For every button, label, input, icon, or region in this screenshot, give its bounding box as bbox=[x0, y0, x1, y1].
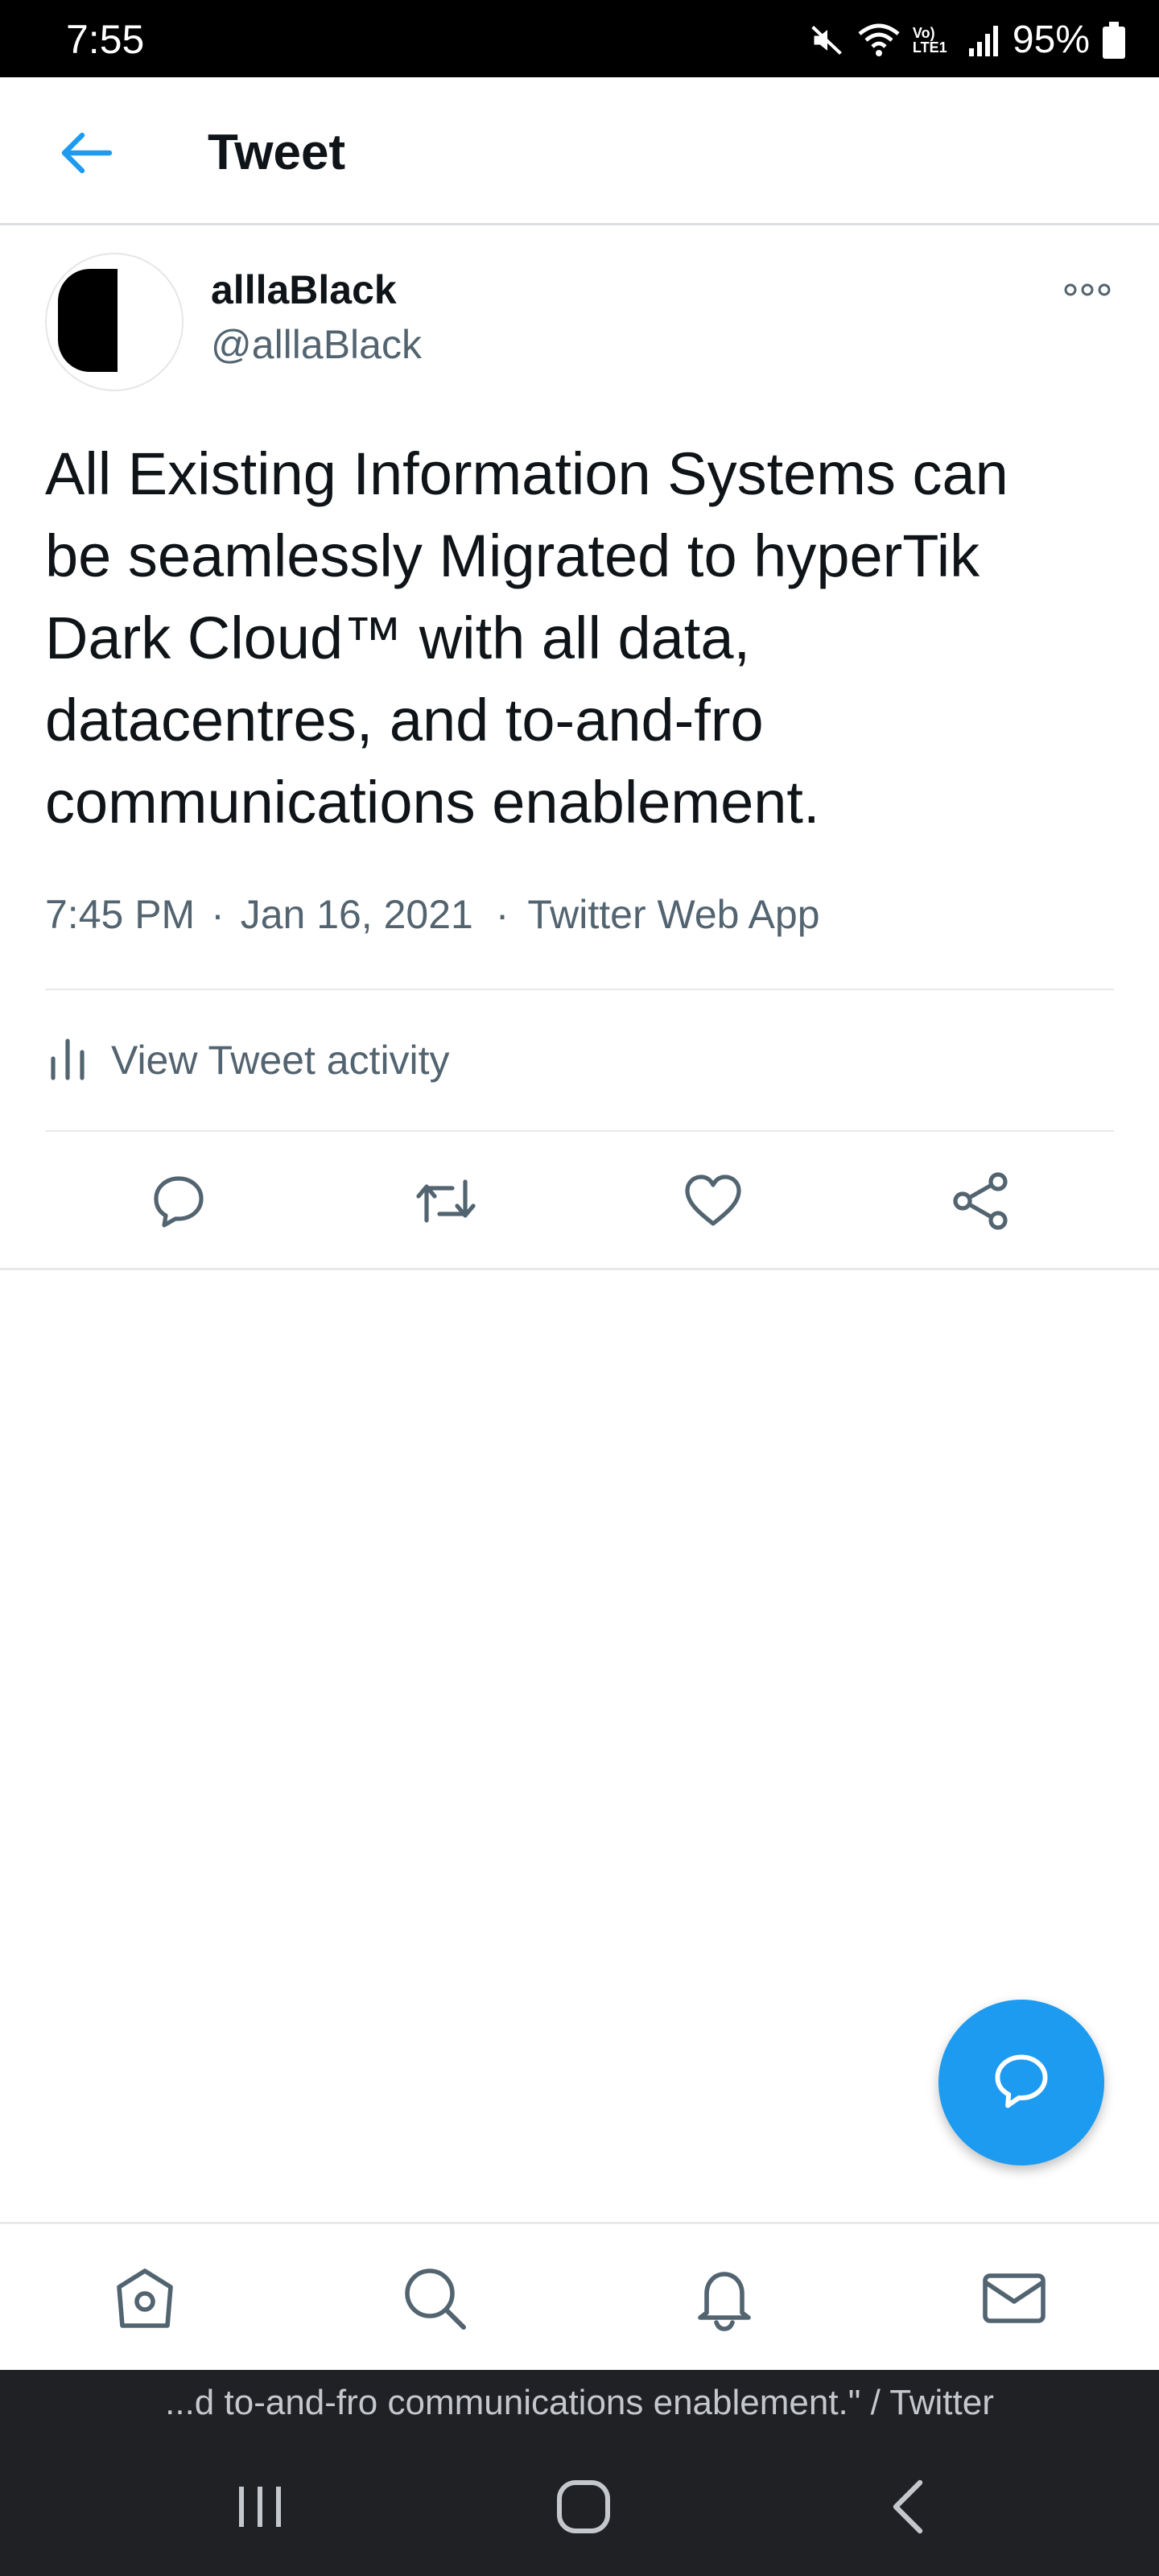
tweet-time[interactable]: 7:45 PM bbox=[45, 892, 195, 937]
tweet-text: All Existing Information Systems can be … bbox=[45, 440, 1008, 836]
avatar[interactable] bbox=[45, 253, 184, 391]
nav-home[interactable] bbox=[106, 2261, 184, 2339]
tweet-actions bbox=[0, 1132, 1159, 1270]
search-icon bbox=[401, 2264, 468, 2336]
nav-search[interactable] bbox=[396, 2261, 473, 2339]
mail-icon bbox=[980, 2264, 1048, 2336]
author-handle[interactable]: @alllaBlack bbox=[211, 320, 422, 369]
nav-messages[interactable] bbox=[975, 2261, 1053, 2339]
mute-icon bbox=[810, 23, 845, 58]
wifi-icon bbox=[858, 23, 900, 58]
network-type-label: Vo) LTE1 bbox=[912, 25, 947, 56]
home-circle-icon bbox=[555, 2478, 612, 2540]
retweet-icon bbox=[414, 1172, 478, 1234]
page-title: Tweet bbox=[208, 125, 346, 180]
more-dots-icon bbox=[1063, 282, 1112, 302]
more-options-button[interactable] bbox=[1059, 277, 1116, 306]
battery-percent: 95% bbox=[1012, 19, 1090, 61]
avatar-image bbox=[58, 269, 118, 372]
back-system-button[interactable] bbox=[863, 2470, 951, 2547]
battery-icon bbox=[1103, 22, 1125, 59]
home-icon bbox=[111, 2264, 179, 2336]
view-tweet-activity-link[interactable]: View Tweet activity bbox=[45, 1016, 450, 1104]
status-icons: Vo) LTE1 95% bbox=[810, 18, 1125, 63]
recents-button[interactable] bbox=[216, 2470, 304, 2547]
share-button[interactable] bbox=[942, 1164, 1019, 1241]
status-bar: 7:55 Vo) LTE1 95% bbox=[0, 0, 1159, 77]
reply-button[interactable] bbox=[140, 1164, 217, 1241]
bar-chart-icon bbox=[45, 1036, 90, 1085]
recents-icon bbox=[233, 2480, 287, 2537]
meta-separator: · bbox=[211, 892, 225, 937]
arrow-left-icon bbox=[61, 132, 113, 178]
like-button[interactable] bbox=[674, 1164, 752, 1241]
system-navigation-bar bbox=[0, 2436, 1159, 2576]
tweet-meta: 7:45 PM · Jan 16, 2021 · Twitter Web App bbox=[45, 890, 820, 939]
meta-separator: · bbox=[495, 892, 509, 937]
reply-icon bbox=[150, 1172, 208, 1234]
back-button[interactable] bbox=[55, 122, 119, 187]
signal-icon bbox=[967, 23, 1000, 58]
status-time: 7:55 bbox=[66, 17, 145, 62]
tweet-source[interactable]: Twitter Web App bbox=[527, 892, 819, 937]
heart-icon bbox=[683, 1172, 744, 1234]
retweet-button[interactable] bbox=[407, 1164, 485, 1241]
reply-bubble-icon bbox=[991, 2050, 1052, 2116]
author-display-name[interactable]: alllaBlack bbox=[211, 266, 397, 314]
caption-text: ...d to-and-fro communications enablemen… bbox=[165, 2383, 994, 2422]
nav-notifications[interactable] bbox=[686, 2261, 763, 2339]
divider bbox=[45, 989, 1114, 990]
share-icon bbox=[950, 1170, 1011, 1236]
bell-icon bbox=[691, 2264, 758, 2336]
top-app-bar: Tweet bbox=[0, 77, 1159, 225]
bottom-navigation bbox=[0, 2222, 1159, 2370]
app-caption-bar: ...d to-and-fro communications enablemen… bbox=[0, 2370, 1159, 2436]
compose-reply-fab[interactable] bbox=[938, 2000, 1104, 2165]
home-button[interactable] bbox=[539, 2470, 628, 2547]
activity-label: View Tweet activity bbox=[111, 1038, 450, 1083]
tweet-date[interactable]: Jan 16, 2021 bbox=[241, 892, 473, 937]
back-chevron-icon bbox=[885, 2478, 930, 2540]
